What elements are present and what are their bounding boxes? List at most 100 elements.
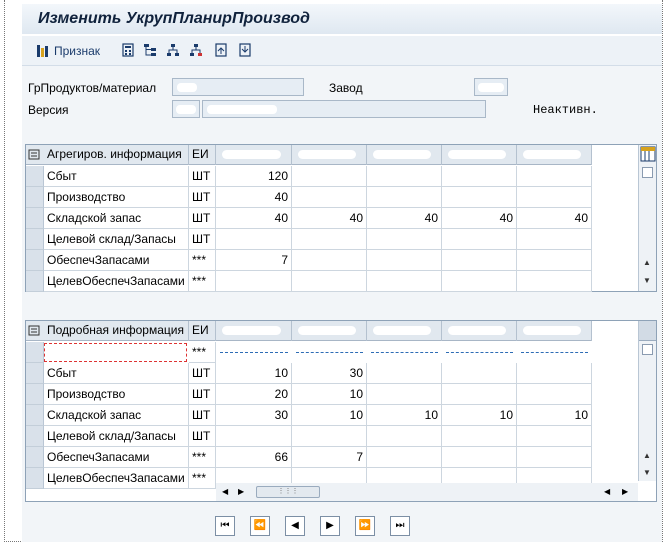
- value-cell[interactable]: [517, 426, 592, 447]
- scroll-up-icon[interactable]: ▲: [643, 451, 651, 460]
- value-cell[interactable]: 40: [367, 208, 442, 229]
- hierarchy-icon[interactable]: [143, 43, 157, 57]
- value-cell[interactable]: [367, 187, 442, 208]
- previous-button[interactable]: ◀: [285, 516, 305, 536]
- value-cell[interactable]: [367, 250, 442, 271]
- value-cell[interactable]: 40: [292, 208, 367, 229]
- value-cell[interactable]: [442, 447, 517, 468]
- value-cell[interactable]: 40: [517, 208, 592, 229]
- value-cell[interactable]: [216, 229, 292, 250]
- previous-page-button[interactable]: ⏪: [250, 516, 270, 536]
- value-cell[interactable]: [517, 363, 592, 384]
- column-header-period[interactable]: [367, 321, 442, 341]
- column-header-period[interactable]: [292, 321, 367, 341]
- row-selector[interactable]: [26, 271, 44, 292]
- column-header-period[interactable]: [367, 145, 442, 165]
- version-field[interactable]: [172, 100, 200, 118]
- row-selector[interactable]: [26, 468, 44, 489]
- value-cell[interactable]: [292, 187, 367, 208]
- column-header-unit[interactable]: ЕИ: [189, 145, 216, 165]
- value-cell[interactable]: [442, 250, 517, 271]
- save-layout-icon[interactable]: [214, 43, 228, 57]
- tree-expand-icon[interactable]: [166, 43, 180, 57]
- column-header-period[interactable]: [292, 145, 367, 165]
- value-cell[interactable]: [517, 187, 592, 208]
- value-cell[interactable]: 10: [517, 405, 592, 426]
- value-cell[interactable]: [292, 229, 367, 250]
- column-header-period[interactable]: [216, 321, 292, 341]
- column-header-period[interactable]: [442, 321, 517, 341]
- value-cell[interactable]: 7: [216, 250, 292, 271]
- value-cell[interactable]: 20: [216, 384, 292, 405]
- row-selector[interactable]: [26, 187, 44, 208]
- scroll-left-icon[interactable]: ◀: [222, 487, 228, 496]
- calculator-icon[interactable]: [121, 43, 135, 57]
- value-cell[interactable]: 7: [292, 447, 367, 468]
- scroll-down-icon[interactable]: ▼: [643, 468, 651, 477]
- first-page-button[interactable]: ⏮: [215, 516, 235, 536]
- value-cell[interactable]: [442, 426, 517, 447]
- column-menu-icon[interactable]: [28, 148, 41, 161]
- value-cell[interactable]: 120: [216, 166, 292, 187]
- value-cell[interactable]: 66: [216, 447, 292, 468]
- scroll-right-icon[interactable]: ▶: [238, 487, 244, 496]
- value-cell[interactable]: [517, 271, 592, 292]
- value-cell[interactable]: 10: [442, 405, 517, 426]
- value-cell[interactable]: [517, 166, 592, 187]
- product-group-field[interactable]: [172, 78, 304, 96]
- value-cell[interactable]: 30: [292, 363, 367, 384]
- vertical-scrollbar[interactable]: ▲ ▼: [638, 145, 656, 291]
- plant-field[interactable]: [474, 78, 508, 96]
- row-selector[interactable]: [26, 405, 44, 426]
- horizontal-scrollbar[interactable]: ◀ ▶ ⋮⋮⋮ ◀ ▶: [216, 483, 638, 501]
- load-layout-icon[interactable]: [238, 43, 252, 57]
- value-cell[interactable]: [442, 229, 517, 250]
- scroll-thumb[interactable]: [642, 167, 653, 178]
- value-cell[interactable]: [442, 384, 517, 405]
- value-cell[interactable]: [367, 426, 442, 447]
- column-header-period[interactable]: [517, 321, 592, 341]
- value-cell[interactable]: [292, 426, 367, 447]
- row-selector[interactable]: [26, 342, 44, 363]
- column-header-period[interactable]: [216, 145, 292, 165]
- column-header-title[interactable]: Агрегиров. информация: [44, 145, 189, 165]
- row-selector[interactable]: [26, 208, 44, 229]
- value-cell[interactable]: [216, 271, 292, 292]
- value-cell[interactable]: [367, 229, 442, 250]
- vertical-scrollbar[interactable]: ▲ ▼: [638, 321, 656, 481]
- value-cell[interactable]: 10: [216, 363, 292, 384]
- value-cell[interactable]: 10: [292, 405, 367, 426]
- horizontal-scroll-thumb[interactable]: ⋮⋮⋮: [256, 486, 320, 498]
- value-cell[interactable]: [216, 426, 292, 447]
- next-button[interactable]: ▶: [320, 516, 340, 536]
- column-header-unit[interactable]: ЕИ: [189, 321, 216, 341]
- layout-icon[interactable]: [640, 146, 656, 162]
- value-cell[interactable]: [517, 447, 592, 468]
- value-cell[interactable]: [517, 229, 592, 250]
- value-cell[interactable]: [442, 187, 517, 208]
- value-cell[interactable]: 30: [216, 405, 292, 426]
- tree-collapse-icon[interactable]: [189, 43, 203, 57]
- row-selector[interactable]: [26, 166, 44, 187]
- last-page-button[interactable]: ⏭: [390, 516, 410, 536]
- value-cell[interactable]: [367, 271, 442, 292]
- product-selection-input[interactable]: [44, 343, 187, 362]
- value-cell[interactable]: [517, 250, 592, 271]
- value-cell[interactable]: 10: [367, 405, 442, 426]
- column-header-period[interactable]: [517, 145, 592, 165]
- value-cell[interactable]: 40: [442, 208, 517, 229]
- value-cell[interactable]: 40: [216, 187, 292, 208]
- row-selector[interactable]: [26, 384, 44, 405]
- next-page-button[interactable]: ⏩: [355, 516, 375, 536]
- scroll-up-icon[interactable]: ▲: [643, 258, 651, 267]
- value-cell[interactable]: [442, 363, 517, 384]
- scroll-left-end-icon[interactable]: ◀: [604, 487, 610, 496]
- scroll-thumb[interactable]: [639, 321, 656, 341]
- column-menu-icon[interactable]: [28, 324, 41, 337]
- row-selector[interactable]: [26, 426, 44, 447]
- value-cell[interactable]: [367, 384, 442, 405]
- row-selector[interactable]: [26, 229, 44, 250]
- scroll-box[interactable]: [642, 344, 653, 355]
- row-selector[interactable]: [26, 447, 44, 468]
- value-cell[interactable]: [517, 384, 592, 405]
